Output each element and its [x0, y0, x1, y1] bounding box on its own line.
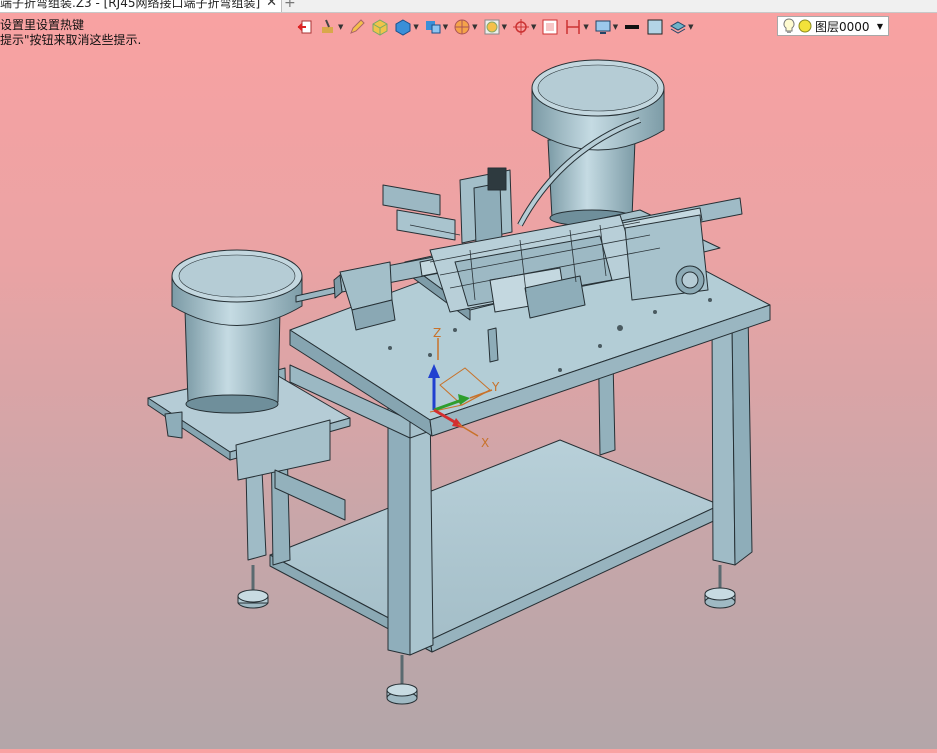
- views-icon: [425, 21, 441, 34]
- chevron-down-icon: ▼: [612, 23, 619, 31]
- layer-name: 图层0000: [815, 19, 870, 34]
- chevron-down-icon: ▼: [472, 23, 478, 31]
- chevron-down-icon: ▼: [442, 23, 449, 31]
- document-tab[interactable]: 端子折弯组装.Z3 - [RJ45网络接口端子折弯组装] ✕: [0, 0, 283, 12]
- layer-manager-button[interactable]: ▼: [669, 15, 694, 39]
- hint-line-1: 设置里设置热键: [0, 18, 85, 32]
- x-axis-label: X: [481, 436, 489, 450]
- machine-model[interactable]: Z Y X: [0, 40, 937, 749]
- 3d-viewport[interactable]: Z Y X: [0, 40, 937, 749]
- line-style-icon: [625, 25, 640, 29]
- y-axis-label: Y: [491, 380, 500, 394]
- cube-blue-icon: [395, 19, 411, 36]
- chevron-down-icon: ▼: [413, 23, 419, 31]
- dimension-button[interactable]: ▼: [564, 15, 589, 39]
- monitor-icon: [595, 20, 611, 34]
- crosshair-icon: [512, 19, 529, 35]
- color-swatch-icon: [647, 19, 663, 35]
- layer-color-icon: [798, 19, 812, 33]
- chevron-down-icon: ▼: [688, 23, 694, 31]
- pick-button[interactable]: ▼: [512, 15, 536, 39]
- display-style-button[interactable]: ▼: [319, 15, 343, 39]
- document-tab-title: 端子折弯组装.Z3 - [RJ45网络接口端子折弯组装]: [0, 0, 261, 10]
- chevron-down-icon[interactable]: ▼: [877, 22, 883, 31]
- close-tab-icon[interactable]: ✕: [266, 0, 277, 12]
- cube-yellow-icon: [372, 19, 388, 36]
- chevron-down-icon: ▼: [530, 23, 537, 31]
- screen-button[interactable]: ▼: [594, 15, 618, 39]
- sphere-icon: [454, 19, 470, 35]
- brush-icon: [322, 19, 333, 33]
- exit-sketch-button[interactable]: [296, 15, 314, 39]
- shaded-view-button[interactable]: [371, 15, 389, 39]
- standard-views-button[interactable]: ▼: [424, 15, 448, 39]
- line-style-button[interactable]: [623, 15, 641, 39]
- document-tab-bar: 端子折弯组装.Z3 - [RJ45网络接口端子折弯组装] ✕ +: [0, 0, 937, 13]
- window-select-button[interactable]: [541, 15, 559, 39]
- layers-icon: [670, 21, 687, 34]
- pencil-button[interactable]: [348, 15, 366, 39]
- chevron-down-icon: ▼: [583, 23, 589, 31]
- view-cube-button[interactable]: ▼: [394, 15, 419, 39]
- view-toolbar: ▼ ▼ ▼ ▼ ▼ ▼ ▼ ▼ ▼: [296, 14, 699, 40]
- window-icon: [542, 19, 558, 35]
- dimension-icon: [566, 20, 581, 34]
- color-swatch-button[interactable]: [646, 15, 664, 39]
- lightbulb-icon: [783, 18, 795, 33]
- filter-button[interactable]: ▼: [483, 15, 507, 39]
- layer-select[interactable]: 图层0000 ▼: [777, 16, 889, 36]
- filter-icon: [484, 19, 500, 35]
- render-mode-button[interactable]: ▼: [453, 15, 478, 39]
- z-axis-label: Z: [433, 326, 441, 340]
- pencil-icon: [350, 19, 366, 34]
- new-tab-button[interactable]: +: [284, 0, 296, 12]
- chevron-down-icon: ▼: [501, 23, 507, 31]
- exit-icon: [297, 20, 312, 34]
- chevron-down-icon: ▼: [338, 23, 344, 31]
